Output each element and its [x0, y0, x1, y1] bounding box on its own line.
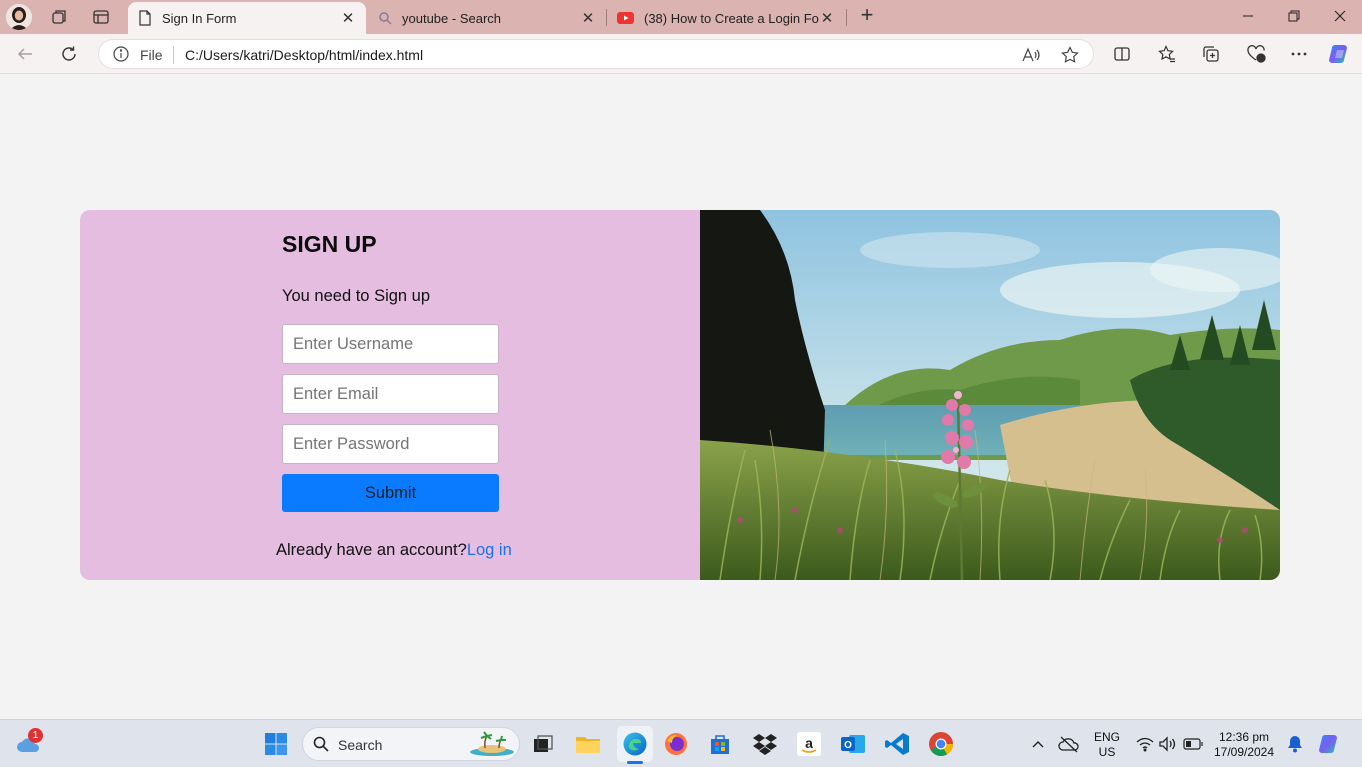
- onedrive-sync-off-icon[interactable]: [1055, 730, 1083, 758]
- notification-badge: 1: [28, 728, 43, 743]
- show-hidden-icons-chevron-icon[interactable]: [1024, 730, 1052, 758]
- profile-avatar[interactable]: [6, 4, 32, 30]
- login-prompt: Already have an account?Log in: [276, 541, 512, 560]
- email-input[interactable]: [282, 374, 499, 414]
- start-windows-icon[interactable]: [262, 730, 290, 758]
- tab-title: Sign In Form: [162, 10, 237, 26]
- tab-youtube-video[interactable]: (38) How to Create a Login Form ✕: [607, 2, 845, 34]
- signup-form-panel: SIGN UP You need to Sign up Submit Alrea…: [80, 210, 700, 580]
- navigation-bar: File C:/Users/katri/Desktop/html/index.h…: [0, 34, 1362, 74]
- region-code: US: [1098, 745, 1116, 759]
- scheme-label: File: [140, 47, 163, 63]
- signup-subtext: You need to Sign up: [282, 287, 431, 305]
- close-window-icon[interactable]: [1328, 4, 1352, 28]
- task-view-icon[interactable]: [529, 730, 557, 758]
- island-illustration-icon: [470, 731, 514, 756]
- notification-bell-icon[interactable]: [1281, 730, 1309, 758]
- clock-time: 12:36 pm: [1218, 730, 1270, 744]
- dropbox-icon[interactable]: [751, 730, 779, 758]
- minimize-icon[interactable]: [1236, 4, 1260, 28]
- url-text[interactable]: C:/Users/katri/Desktop/html/index.html: [185, 47, 423, 63]
- landscape-image: [700, 210, 1280, 580]
- submit-button[interactable]: Submit: [282, 474, 499, 512]
- microsoft-store-icon[interactable]: [706, 730, 734, 758]
- windows-taskbar: 1 Search a O ENG US 12:36 pm 17/09/2024: [0, 719, 1362, 767]
- restore-icon[interactable]: [1282, 4, 1306, 28]
- tab-separator: [846, 9, 847, 26]
- close-tab-icon[interactable]: ✕: [340, 9, 356, 27]
- page-viewport: SIGN UP You need to Sign up Submit Alrea…: [1, 75, 1361, 716]
- svg-text:O: O: [844, 740, 852, 751]
- search-icon: [313, 736, 329, 752]
- favorites-icon[interactable]: [1155, 42, 1179, 66]
- battery-icon[interactable]: [1179, 730, 1207, 758]
- tab-title: (38) How to Create a Login Form: [644, 10, 819, 26]
- volume-icon[interactable]: [1154, 730, 1182, 758]
- address-bar[interactable]: File C:/Users/katri/Desktop/html/index.h…: [98, 39, 1094, 69]
- clock-date: 17/09/2024: [1213, 745, 1275, 759]
- split-screen-icon[interactable]: [1110, 42, 1134, 66]
- password-input[interactable]: [282, 424, 499, 464]
- address-separator: [173, 46, 174, 64]
- back-icon[interactable]: [13, 42, 37, 66]
- taskbar-search[interactable]: Search: [302, 727, 520, 761]
- outlook-icon[interactable]: O: [839, 730, 867, 758]
- tab-youtube-search[interactable]: youtube - Search ✕: [368, 2, 606, 34]
- copilot-taskbar-icon[interactable]: [1316, 730, 1344, 758]
- search-icon: [379, 12, 392, 25]
- new-tab-icon[interactable]: +: [856, 4, 878, 27]
- signup-card: SIGN UP You need to Sign up Submit Alrea…: [80, 210, 1280, 580]
- svg-text:a: a: [805, 735, 813, 751]
- taskbar-search-label: Search: [338, 737, 383, 753]
- refresh-icon[interactable]: [57, 42, 81, 66]
- active-app-indicator: [627, 761, 643, 764]
- workspaces-icon[interactable]: [47, 5, 71, 29]
- language-code: ENG: [1093, 730, 1120, 744]
- browser-essentials-icon[interactable]: [1244, 42, 1268, 66]
- copilot-icon[interactable]: [1328, 42, 1352, 66]
- close-tab-icon[interactable]: ✕: [580, 9, 596, 27]
- amazon-icon[interactable]: a: [795, 730, 823, 758]
- page-icon: [139, 10, 151, 26]
- collections-icon[interactable]: [1199, 42, 1223, 66]
- favorite-star-icon[interactable]: [1059, 44, 1081, 66]
- username-input[interactable]: [282, 324, 499, 364]
- tab-sign-in-form[interactable]: Sign In Form ✕: [128, 2, 366, 34]
- chrome-icon[interactable]: [927, 730, 955, 758]
- tab-strip: Sign In Form ✕ youtube - Search ✕ (38) H…: [0, 0, 1362, 34]
- youtube-icon: [617, 12, 634, 24]
- tab-title: youtube - Search: [402, 10, 502, 26]
- clock[interactable]: 12:36 pm 17/09/2024: [1210, 730, 1278, 760]
- file-explorer-icon[interactable]: [574, 730, 602, 758]
- login-prompt-text: Already have an account?: [276, 541, 467, 559]
- input-language[interactable]: ENG US: [1091, 730, 1123, 760]
- info-icon[interactable]: [113, 46, 129, 62]
- close-tab-icon[interactable]: ✕: [819, 9, 835, 27]
- edge-browser-icon[interactable]: [617, 726, 653, 762]
- signup-heading: SIGN UP: [282, 231, 377, 257]
- firefox-icon[interactable]: [662, 730, 690, 758]
- login-link[interactable]: Log in: [467, 541, 512, 559]
- vscode-icon[interactable]: [883, 730, 911, 758]
- more-options-icon[interactable]: [1287, 42, 1311, 66]
- tab-actions-icon[interactable]: [89, 5, 113, 29]
- read-aloud-icon[interactable]: [1020, 44, 1042, 66]
